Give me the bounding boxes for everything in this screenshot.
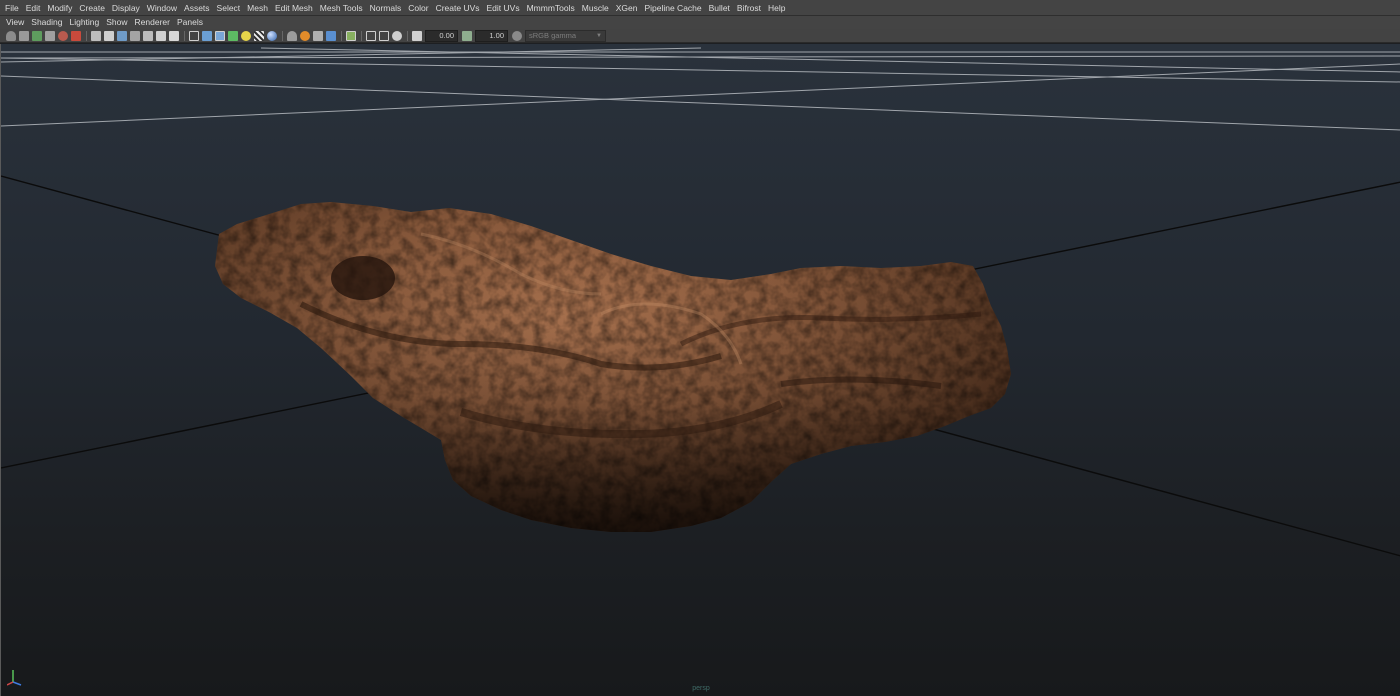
image-plane-icon[interactable]: [45, 30, 55, 41]
panel-menu-lighting[interactable]: Lighting: [66, 16, 103, 29]
menu-mesh[interactable]: Mesh: [244, 0, 272, 16]
bookmark-icon[interactable]: [32, 30, 42, 41]
view-transform-dropdown[interactable]: sRGB gamma ▼: [525, 29, 606, 42]
multisample-aa-icon[interactable]: [392, 30, 402, 41]
menu-file[interactable]: File: [2, 0, 23, 16]
menu-create[interactable]: Create: [76, 0, 109, 16]
resolution-gate-icon[interactable]: [117, 30, 127, 41]
menu-mesh-tools[interactable]: Mesh Tools: [317, 0, 367, 16]
viewport-canvas: [1, 47, 1400, 557]
perspective-viewport[interactable]: persp: [0, 44, 1400, 696]
smooth-shade-icon[interactable]: [202, 30, 212, 41]
camera-attributes-icon[interactable]: [19, 30, 29, 41]
menu-bifrost[interactable]: Bifrost: [734, 0, 765, 16]
ground-grid: [1, 47, 1400, 131]
safe-title-icon[interactable]: [169, 30, 179, 41]
panel-menu-show[interactable]: Show: [103, 16, 131, 29]
wireframe-icon[interactable]: [189, 30, 199, 41]
menu-create-uvs[interactable]: Create UVs: [433, 0, 484, 16]
exposure-icon[interactable]: [412, 30, 422, 41]
safe-action-icon[interactable]: [156, 30, 166, 41]
exposure-field[interactable]: 0.00: [425, 29, 458, 42]
isolate-select-icon[interactable]: [287, 30, 297, 41]
select-camera-icon[interactable]: [6, 30, 16, 41]
menu-display[interactable]: Display: [109, 0, 144, 16]
main-menubar: File Edit Modify Create Display Window A…: [0, 0, 1400, 16]
chevron-down-icon: ▼: [596, 32, 602, 39]
panel-menu-shading[interactable]: Shading: [28, 16, 66, 29]
xray-icon[interactable]: [300, 30, 310, 41]
menu-window[interactable]: Window: [144, 0, 181, 16]
menu-select[interactable]: Select: [214, 0, 245, 16]
menu-edit[interactable]: Edit: [23, 0, 45, 16]
viewport-toolbar: 0.00 1.00 sRGB gamma ▼: [0, 29, 1400, 43]
menu-color[interactable]: Color: [405, 0, 432, 16]
gamma-icon[interactable]: [462, 30, 472, 41]
view-axis-gizmo: [7, 666, 31, 686]
rock-mesh[interactable]: [215, 202, 1011, 532]
field-chart-icon[interactable]: [143, 30, 153, 41]
backface-culling-icon[interactable]: [346, 30, 356, 41]
panel-menubar: View Shading Lighting Show Renderer Pane…: [0, 16, 1400, 29]
use-all-lights-icon[interactable]: [241, 30, 251, 41]
toolbar-separator: [341, 30, 342, 41]
gamma-field[interactable]: 1.00: [475, 29, 508, 42]
menu-mmmmtools[interactable]: MmmmTools: [524, 0, 579, 16]
panel-menu-renderer[interactable]: Renderer: [132, 16, 174, 29]
menu-bullet[interactable]: Bullet: [706, 0, 734, 16]
textured-icon[interactable]: [228, 30, 238, 41]
menu-assets[interactable]: Assets: [181, 0, 214, 16]
camera-name-label: persp: [692, 685, 710, 692]
wireframe-on-shaded-icon[interactable]: [215, 30, 225, 41]
view-transform-value: sRGB gamma: [529, 30, 577, 40]
toolbar-separator: [407, 30, 408, 41]
ambient-occlusion-icon[interactable]: [267, 30, 277, 41]
color-management-icon[interactable]: [512, 30, 522, 41]
grid-icon[interactable]: [91, 30, 101, 41]
2d-pan-zoom-icon[interactable]: [58, 30, 68, 41]
xray-components-icon[interactable]: [326, 30, 336, 41]
menu-xgen[interactable]: XGen: [613, 0, 642, 16]
toolbar-separator: [282, 30, 283, 41]
gate-mask-icon[interactable]: [130, 30, 140, 41]
screen-space-ao-icon[interactable]: [366, 30, 376, 41]
panel-menu-panels[interactable]: Panels: [174, 16, 207, 29]
menu-normals[interactable]: Normals: [367, 0, 406, 16]
toolbar-separator: [184, 30, 185, 41]
toolbar-separator: [86, 30, 87, 41]
menu-muscle[interactable]: Muscle: [579, 0, 613, 16]
grease-pencil-icon[interactable]: [71, 30, 81, 41]
menu-pipeline-cache[interactable]: Pipeline Cache: [641, 0, 705, 16]
toolbar-separator: [361, 30, 362, 41]
panel-menu-view[interactable]: View: [3, 16, 28, 29]
menu-modify[interactable]: Modify: [44, 0, 76, 16]
menu-edit-mesh[interactable]: Edit Mesh: [272, 0, 317, 16]
xray-joints-icon[interactable]: [313, 30, 323, 41]
menu-edit-uvs[interactable]: Edit UVs: [484, 0, 524, 16]
menu-help[interactable]: Help: [765, 0, 789, 16]
motion-blur-icon[interactable]: [379, 30, 389, 41]
film-gate-icon[interactable]: [104, 30, 114, 41]
shadows-icon[interactable]: [254, 30, 264, 41]
